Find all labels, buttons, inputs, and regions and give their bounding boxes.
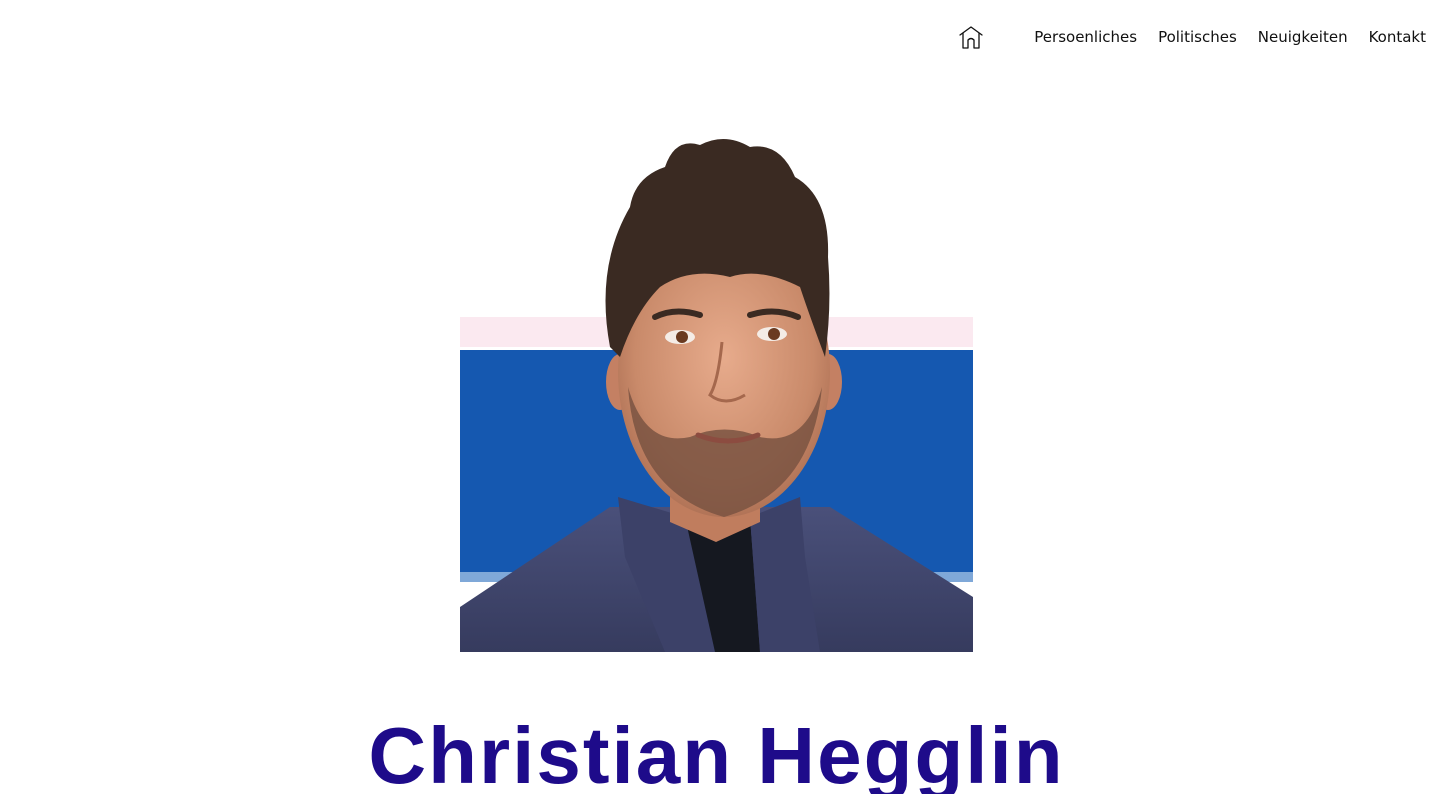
page-title-name: Christian Hegglin: [368, 710, 1065, 794]
home-link[interactable]: [957, 23, 985, 51]
nav-item-kontakt[interactable]: Kontakt: [1369, 28, 1426, 46]
main-navigation: Persoenliches Politisches Neuigkeiten Ko…: [957, 22, 1426, 52]
nav-item-neuigkeiten[interactable]: Neuigkeiten: [1258, 28, 1348, 46]
nav-item-persoenliches[interactable]: Persoenliches: [1034, 28, 1137, 46]
nav-item-politisches[interactable]: Politisches: [1158, 28, 1237, 46]
house-icon: [959, 26, 983, 49]
portrait-photo: [460, 117, 973, 652]
